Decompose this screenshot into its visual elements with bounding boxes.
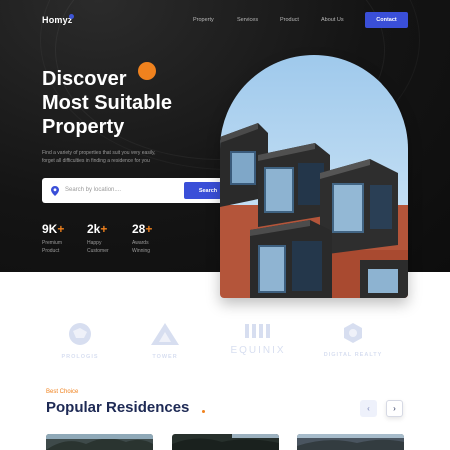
residence-photo	[172, 434, 279, 450]
hero-subtitle-line-2: forget all difficulties in finding a res…	[42, 158, 150, 164]
residence-photo	[297, 434, 404, 450]
globe-icon	[69, 323, 91, 345]
search-bar: Search by location.... Search	[42, 178, 236, 203]
stat-label: Customer	[87, 248, 109, 254]
stat-label: Happy	[87, 240, 102, 246]
logo-dot	[69, 14, 74, 19]
chevron-right-icon: ›	[393, 404, 396, 413]
nav-link-product[interactable]: Product	[280, 17, 299, 23]
title-dot	[202, 410, 205, 413]
section-title: Popular Residences	[46, 399, 190, 416]
partner-logo-tower: TOWER	[125, 322, 205, 360]
hero-subtitle-line-1: Find a variety of properties that suit y…	[42, 150, 156, 156]
stat-plus: +	[100, 222, 108, 236]
stat-label: Product	[42, 248, 60, 254]
hero-title-line-1: Discover	[42, 68, 127, 90]
bars-logo-icon	[245, 324, 270, 338]
contact-button[interactable]: Contact	[365, 12, 408, 28]
partner-logo-prologis: PROLOGIS	[52, 322, 108, 360]
hero-title-line-2: Most Suitable	[42, 92, 173, 114]
residence-photo	[46, 434, 153, 450]
residence-card-image[interactable]	[172, 434, 279, 450]
next-button[interactable]: ›	[386, 400, 403, 417]
partner-name: EQUINIX	[230, 345, 286, 356]
nav-link-services[interactable]: Services	[237, 17, 258, 23]
nav-link-about-us[interactable]: About Us	[321, 17, 344, 23]
section-eyebrow: Best Choice	[46, 389, 79, 395]
building-illustration	[220, 55, 408, 298]
stat-happy-customer: 2k+ Happy Customer	[87, 222, 109, 255]
search-input[interactable]: Search by location....	[65, 187, 121, 193]
logo[interactable]: Homyz	[42, 15, 73, 25]
hero-title-line-3: Property	[42, 116, 125, 138]
partner-name: PROLOGIS	[61, 354, 99, 360]
stat-label: Awards	[132, 240, 149, 246]
stat-value: 9K	[42, 222, 58, 236]
residence-card-image[interactable]	[297, 434, 404, 450]
triangle-logo-icon	[151, 323, 179, 345]
chevron-left-icon: ‹	[367, 404, 370, 413]
partner-name: DIGITAL REALTY	[323, 352, 383, 358]
orange-circle-decoration	[138, 62, 156, 80]
partner-logo-equinix: EQUINIX	[220, 322, 296, 356]
stat-plus: +	[57, 222, 65, 236]
stat-premium-product: 9K+ Premium Product	[42, 222, 64, 255]
stat-value: 2k	[87, 222, 101, 236]
residence-card-image[interactable]	[46, 434, 153, 450]
partner-logo-digital-realty: DIGITAL REALTY	[310, 322, 396, 358]
stat-awards-winning: 28+ Awards Winning	[132, 222, 152, 255]
location-pin-icon	[51, 186, 59, 196]
nav-link-property[interactable]: Property	[193, 17, 214, 23]
stat-label: Winning	[132, 248, 151, 254]
partner-name: TOWER	[152, 354, 178, 360]
hero-building-image	[220, 55, 408, 298]
stat-value: 28	[132, 222, 146, 236]
prev-button[interactable]: ‹	[360, 400, 377, 417]
stat-plus: +	[145, 222, 153, 236]
stat-label: Premium	[42, 240, 63, 246]
hexagon-logo-icon	[344, 323, 362, 343]
